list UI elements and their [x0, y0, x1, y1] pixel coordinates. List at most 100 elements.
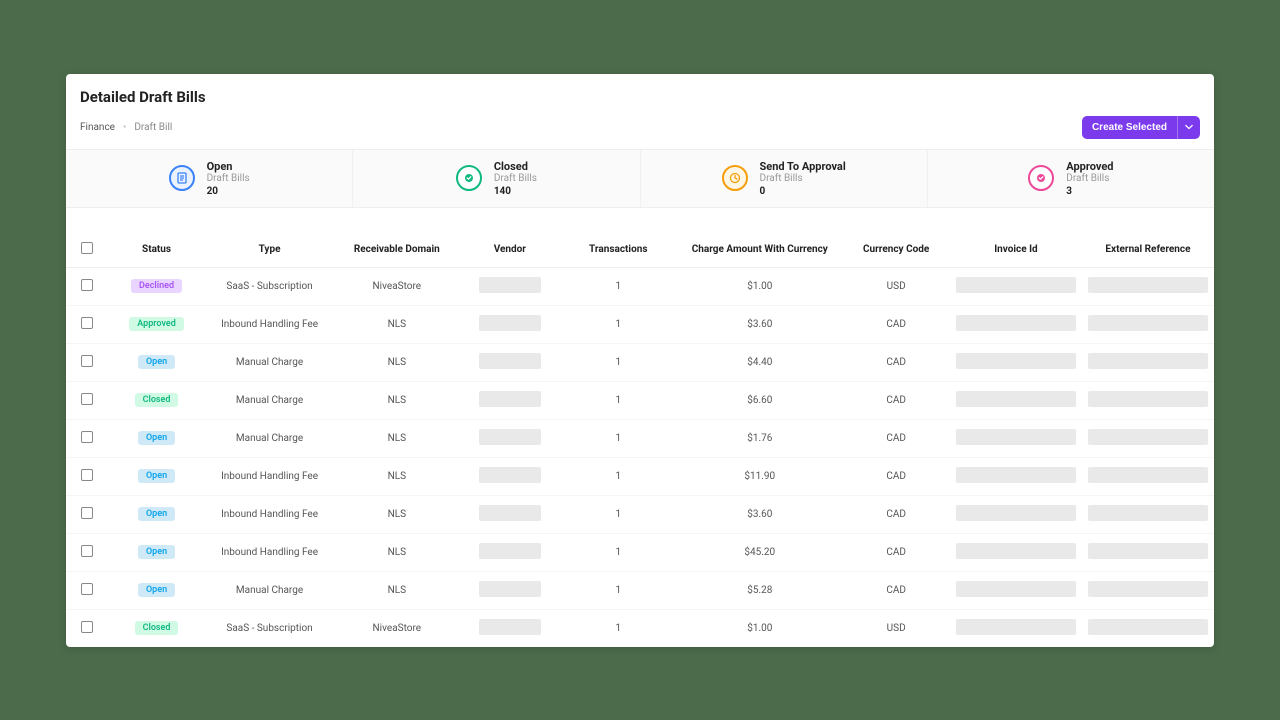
cell-domain: NLS [333, 457, 460, 495]
table-row[interactable]: OpenInbound Handling FeeNLS1$45.20CAD [66, 533, 1214, 571]
row-checkbox[interactable] [81, 431, 93, 443]
stat-card[interactable]: OpenDraft Bills20 [66, 150, 353, 207]
table-row[interactable]: DeclinedSaaS - SubscriptionNiveaStore1$1… [66, 267, 1214, 305]
table-row[interactable]: ApprovedInbound Handling FeeNLS1$3.60CAD [66, 305, 1214, 343]
cell-transactions: 1 [559, 305, 677, 343]
row-checkbox[interactable] [81, 621, 93, 633]
invoice-placeholder [956, 505, 1076, 521]
row-checkbox[interactable] [81, 355, 93, 367]
extref-placeholder [1088, 543, 1208, 559]
cell-transactions: 1 [559, 533, 677, 571]
draft-bills-table: Status Type Receivable Domain Vendor Tra… [66, 232, 1214, 647]
col-invoice-header[interactable]: Invoice Id [950, 232, 1082, 268]
stat-text: ApprovedDraft Bills3 [1066, 160, 1113, 197]
invoice-placeholder [956, 543, 1076, 559]
cell-transactions: 1 [559, 571, 677, 609]
stat-subtitle: Draft Bills [207, 173, 250, 184]
stat-card[interactable]: ClosedDraft Bills140 [353, 150, 640, 207]
vendor-placeholder [479, 429, 541, 445]
cell-charge: $1.00 [677, 609, 842, 647]
cell-type: Inbound Handling Fee [206, 495, 333, 533]
cell-domain: NiveaStore [333, 609, 460, 647]
page-title: Detailed Draft Bills [80, 88, 1200, 106]
table-row[interactable]: OpenInbound Handling FeeNLS1$11.90CAD [66, 457, 1214, 495]
cell-domain: NLS [333, 533, 460, 571]
stat-subtitle: Draft Bills [760, 173, 846, 184]
stat-title: Closed [494, 160, 537, 173]
cell-charge: $5.28 [677, 571, 842, 609]
cell-currency: USD [842, 609, 950, 647]
cell-domain: NLS [333, 571, 460, 609]
table-header: Status Type Receivable Domain Vendor Tra… [66, 232, 1214, 268]
row-checkbox[interactable] [81, 317, 93, 329]
table-row[interactable]: OpenManual ChargeNLS1$4.40CAD [66, 343, 1214, 381]
status-badge: Open [138, 507, 175, 521]
table-row[interactable]: OpenManual ChargeNLS1$5.28CAD [66, 571, 1214, 609]
table-row[interactable]: OpenInbound Handling FeeNLS1$3.60CAD [66, 495, 1214, 533]
cell-currency: CAD [842, 495, 950, 533]
cell-domain: NLS [333, 343, 460, 381]
stat-card[interactable]: ApprovedDraft Bills3 [928, 150, 1214, 207]
cell-type: Inbound Handling Fee [206, 533, 333, 571]
col-type-header[interactable]: Type [206, 232, 333, 268]
row-checkbox[interactable] [81, 507, 93, 519]
col-domain-header[interactable]: Receivable Domain [333, 232, 460, 268]
col-charge-header[interactable]: Charge Amount With Currency [677, 232, 842, 268]
stat-icon [1028, 165, 1054, 191]
vendor-placeholder [479, 543, 541, 559]
cell-domain: NiveaStore [333, 267, 460, 305]
status-badge: Declined [131, 279, 182, 293]
col-transactions-header[interactable]: Transactions [559, 232, 677, 268]
row-checkbox[interactable] [81, 469, 93, 481]
status-badge: Open [138, 469, 175, 483]
cell-currency: CAD [842, 571, 950, 609]
breadcrumb-root[interactable]: Finance [80, 122, 115, 133]
cell-charge: $3.60 [677, 305, 842, 343]
cell-charge: $3.60 [677, 495, 842, 533]
create-selected-button[interactable]: Create Selected [1082, 116, 1177, 139]
status-badge: Approved [129, 317, 184, 331]
page-header: Detailed Draft Bills [66, 88, 1214, 112]
stat-title: Open [207, 160, 250, 173]
col-status-header[interactable]: Status [107, 232, 206, 268]
stat-text: ClosedDraft Bills140 [494, 160, 537, 197]
vendor-placeholder [479, 581, 541, 597]
table-row[interactable]: ClosedManual ChargeNLS1$6.60CAD [66, 381, 1214, 419]
table-row[interactable]: OpenManual ChargeNLS1$1.76CAD [66, 419, 1214, 457]
col-currency-header[interactable]: Currency Code [842, 232, 950, 268]
cell-domain: NLS [333, 419, 460, 457]
cell-transactions: 1 [559, 457, 677, 495]
row-checkbox[interactable] [81, 393, 93, 405]
col-vendor-header[interactable]: Vendor [460, 232, 559, 268]
table-gap [66, 208, 1214, 232]
cell-currency: CAD [842, 343, 950, 381]
cell-transactions: 1 [559, 381, 677, 419]
stat-card[interactable]: Send To ApprovalDraft Bills0 [641, 150, 928, 207]
cell-currency: CAD [842, 419, 950, 457]
cell-currency: USD [842, 267, 950, 305]
stat-count: 140 [494, 186, 537, 197]
cell-transactions: 1 [559, 343, 677, 381]
select-all-checkbox[interactable] [81, 242, 93, 254]
breadcrumb-sep: • [123, 122, 126, 133]
table-row[interactable]: ClosedSaaS - SubscriptionNiveaStore1$1.0… [66, 609, 1214, 647]
create-selected-dropdown[interactable] [1177, 116, 1200, 139]
extref-placeholder [1088, 429, 1208, 445]
stat-icon [169, 165, 195, 191]
main-panel: Detailed Draft Bills Finance • Draft Bil… [66, 74, 1214, 647]
cell-currency: CAD [842, 457, 950, 495]
vendor-placeholder [479, 391, 541, 407]
cell-type: Manual Charge [206, 381, 333, 419]
row-checkbox[interactable] [81, 279, 93, 291]
cell-charge: $1.00 [677, 267, 842, 305]
stat-count: 3 [1066, 186, 1113, 197]
invoice-placeholder [956, 467, 1076, 483]
cell-charge: $45.20 [677, 533, 842, 571]
breadcrumb: Finance • Draft Bill [80, 122, 172, 133]
invoice-placeholder [956, 429, 1076, 445]
col-extref-header[interactable]: External Reference [1082, 232, 1214, 268]
cell-type: Manual Charge [206, 343, 333, 381]
row-checkbox[interactable] [81, 545, 93, 557]
row-checkbox[interactable] [81, 583, 93, 595]
stat-count: 0 [760, 186, 846, 197]
